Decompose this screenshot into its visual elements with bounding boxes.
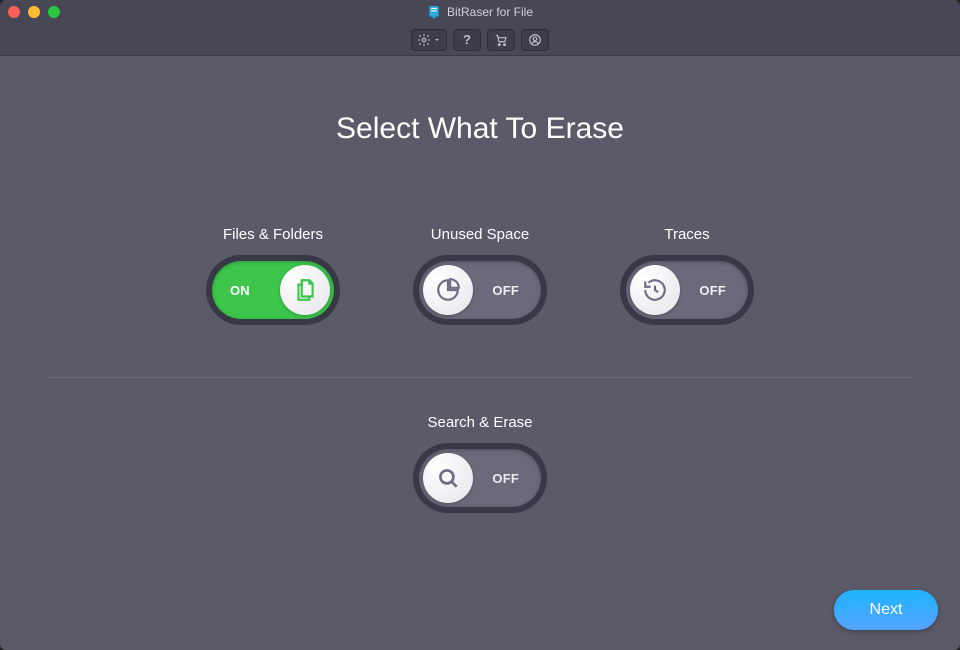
- toggle-unused-space[interactable]: OFF: [419, 261, 541, 319]
- minimize-window-button[interactable]: [28, 6, 40, 18]
- page-title: Select What To Erase: [0, 112, 960, 146]
- option-search-erase: Search & Erase OFF: [419, 414, 541, 507]
- pie-chart-icon: [435, 277, 461, 303]
- history-icon: [642, 277, 668, 303]
- settings-button[interactable]: [411, 29, 447, 51]
- toggle-state-label: OFF: [699, 283, 726, 298]
- secondary-options-row: Search & Erase OFF: [0, 414, 960, 507]
- gear-icon: [417, 33, 431, 47]
- next-button[interactable]: Next: [834, 590, 938, 630]
- cart-icon: [494, 33, 508, 47]
- option-unused-space: Unused Space OFF: [419, 226, 541, 319]
- option-files-folders: Files & Folders ON: [212, 226, 334, 319]
- question-icon: ?: [463, 32, 471, 47]
- documents-icon: [292, 277, 318, 303]
- toggle-state-label: ON: [230, 283, 250, 298]
- app-title: BitRaser for File: [447, 5, 533, 19]
- toolbar: ?: [0, 24, 960, 56]
- zoom-window-button[interactable]: [48, 6, 60, 18]
- close-window-button[interactable]: [8, 6, 20, 18]
- toggle-traces[interactable]: OFF: [626, 261, 748, 319]
- toggle-files-folders[interactable]: ON: [212, 261, 334, 319]
- toggle-knob: [423, 453, 473, 503]
- toggle-knob: [630, 265, 680, 315]
- app-logo-icon: [427, 5, 441, 19]
- help-button[interactable]: ?: [453, 29, 481, 51]
- toggle-knob: [280, 265, 330, 315]
- option-traces: Traces OFF: [626, 226, 748, 319]
- option-label: Traces: [664, 226, 709, 243]
- user-icon: [528, 33, 542, 47]
- toggle-state-label: OFF: [492, 283, 519, 298]
- search-icon: [435, 465, 461, 491]
- section-divider: [48, 377, 912, 378]
- option-label: Files & Folders: [223, 226, 323, 243]
- option-label: Search & Erase: [427, 414, 532, 431]
- account-button[interactable]: [521, 29, 549, 51]
- chevron-down-icon: [433, 36, 441, 44]
- option-label: Unused Space: [431, 226, 529, 243]
- cart-button[interactable]: [487, 29, 515, 51]
- titlebar: BitRaser for File: [0, 0, 960, 24]
- toggle-state-label: OFF: [492, 471, 519, 486]
- primary-options-row: Files & Folders ON: [0, 226, 960, 319]
- toggle-knob: [423, 265, 473, 315]
- window-controls: [8, 6, 60, 18]
- toggle-search-erase[interactable]: OFF: [419, 449, 541, 507]
